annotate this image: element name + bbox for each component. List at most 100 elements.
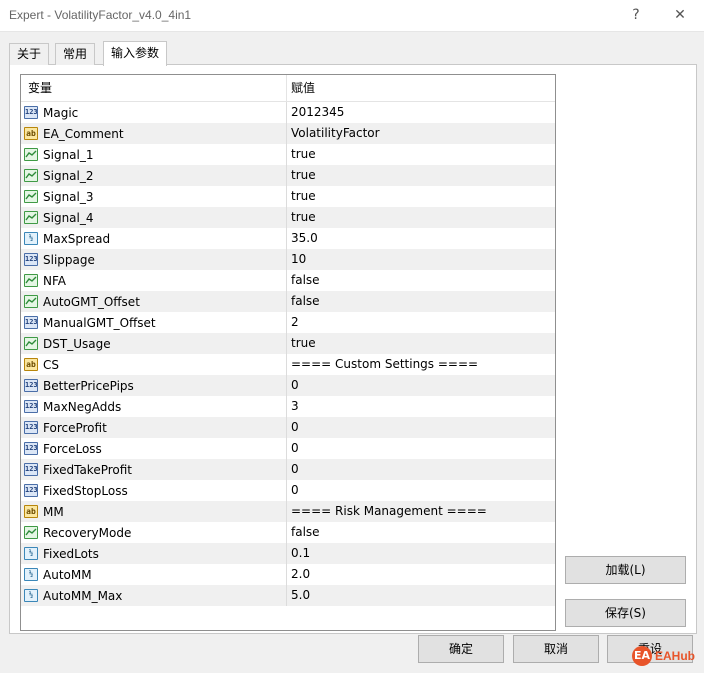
table-row[interactable]: Signal_4 true <box>21 207 555 228</box>
table-row[interactable]: 123 Slippage 10 <box>21 249 555 270</box>
param-name-cell[interactable]: ½ AutoMM <box>21 564 287 585</box>
param-name-cell[interactable]: ½ MaxSpread <box>21 228 287 249</box>
table-row[interactable]: Signal_1 true <box>21 144 555 165</box>
param-name-cell[interactable]: 123 Slippage <box>21 249 287 270</box>
bool-icon <box>24 337 38 350</box>
param-value[interactable]: true <box>287 186 555 207</box>
param-name-cell[interactable]: RecoveryMode <box>21 522 287 543</box>
save-button[interactable]: 保存(S) <box>565 599 686 627</box>
watermark: EA EAHub <box>632 646 695 666</box>
param-value[interactable]: 2 <box>287 312 555 333</box>
param-name: Slippage <box>43 252 95 267</box>
table-row[interactable]: ab CS ==== Custom Settings ==== <box>21 354 555 375</box>
param-name: ManualGMT_Offset <box>43 315 156 330</box>
bool-icon <box>24 169 38 182</box>
int-icon: 123 <box>24 421 38 434</box>
param-value[interactable]: 0 <box>287 417 555 438</box>
table-row[interactable]: 123 MaxNegAdds 3 <box>21 396 555 417</box>
param-value[interactable]: ==== Custom Settings ==== <box>287 354 555 375</box>
param-name-cell[interactable]: ab EA_Comment <box>21 123 287 144</box>
eahub-logo-icon: EA <box>632 646 652 666</box>
param-name: FixedTakeProfit <box>43 462 132 477</box>
table-row[interactable]: Signal_3 true <box>21 186 555 207</box>
param-value[interactable]: true <box>287 165 555 186</box>
table-row[interactable]: 123 FixedStopLoss 0 <box>21 480 555 501</box>
bool-icon <box>24 211 38 224</box>
param-value[interactable]: true <box>287 207 555 228</box>
table-row[interactable]: 123 Magic 2012345 <box>21 102 555 123</box>
param-value[interactable]: true <box>287 333 555 354</box>
param-name-cell[interactable]: 123 MaxNegAdds <box>21 396 287 417</box>
param-name-cell[interactable]: 123 ForceLoss <box>21 438 287 459</box>
load-button[interactable]: 加载(L) <box>565 556 686 584</box>
param-name-cell[interactable]: DST_Usage <box>21 333 287 354</box>
table-row[interactable]: Signal_2 true <box>21 165 555 186</box>
param-value[interactable]: false <box>287 522 555 543</box>
param-value[interactable]: 5.0 <box>287 585 555 606</box>
tab-common[interactable]: 常用 <box>55 43 96 65</box>
int-icon: 123 <box>24 484 38 497</box>
table-row[interactable]: NFA false <box>21 270 555 291</box>
param-value[interactable]: true <box>287 144 555 165</box>
param-value[interactable]: VolatilityFactor <box>287 123 555 144</box>
param-value[interactable]: false <box>287 291 555 312</box>
param-value[interactable]: 0 <box>287 375 555 396</box>
param-name: BetterPricePips <box>43 378 134 393</box>
table-row[interactable]: ab MM ==== Risk Management ==== <box>21 501 555 522</box>
tab-about[interactable]: 关于 <box>9 43 50 65</box>
param-value[interactable]: 0 <box>287 480 555 501</box>
column-header-variable[interactable]: 变量 <box>21 75 287 101</box>
param-name-cell[interactable]: 123 BetterPricePips <box>21 375 287 396</box>
param-name-cell[interactable]: 123 Magic <box>21 102 287 123</box>
param-value[interactable]: 2012345 <box>287 102 555 123</box>
table-row[interactable]: 123 ManualGMT_Offset 2 <box>21 312 555 333</box>
param-name-cell[interactable]: ab MM <box>21 501 287 522</box>
param-name-cell[interactable]: Signal_1 <box>21 144 287 165</box>
ok-button[interactable]: 确定 <box>418 635 504 663</box>
param-name-cell[interactable]: Signal_2 <box>21 165 287 186</box>
tab-inputs[interactable]: 输入参数 <box>103 41 168 66</box>
double-icon: ½ <box>24 568 38 581</box>
param-name: MaxNegAdds <box>43 399 122 414</box>
param-name-cell[interactable]: AutoGMT_Offset <box>21 291 287 312</box>
bool-icon <box>24 148 38 161</box>
table-row[interactable]: ½ AutoMM 2.0 <box>21 564 555 585</box>
table-row[interactable]: AutoGMT_Offset false <box>21 291 555 312</box>
bool-icon <box>24 274 38 287</box>
param-value[interactable]: 10 <box>287 249 555 270</box>
param-name-cell[interactable]: ½ AutoMM_Max <box>21 585 287 606</box>
table-row[interactable]: ½ MaxSpread 35.0 <box>21 228 555 249</box>
table-row[interactable]: 123 BetterPricePips 0 <box>21 375 555 396</box>
help-button[interactable]: ? <box>625 4 647 26</box>
param-name-cell[interactable]: Signal_3 <box>21 186 287 207</box>
param-value[interactable]: 35.0 <box>287 228 555 249</box>
table-row[interactable]: ½ AutoMM_Max 5.0 <box>21 585 555 606</box>
param-name-cell[interactable]: Signal_4 <box>21 207 287 228</box>
column-header-value[interactable]: 赋值 <box>287 75 555 101</box>
param-name-cell[interactable]: 123 ForceProfit <box>21 417 287 438</box>
param-name-cell[interactable]: 123 ManualGMT_Offset <box>21 312 287 333</box>
table-row[interactable]: ab EA_Comment VolatilityFactor <box>21 123 555 144</box>
param-value[interactable]: false <box>287 270 555 291</box>
string-icon: ab <box>24 127 38 140</box>
table-row[interactable]: ½ FixedLots 0.1 <box>21 543 555 564</box>
param-name-cell[interactable]: ½ FixedLots <box>21 543 287 564</box>
table-row[interactable]: 123 FixedTakeProfit 0 <box>21 459 555 480</box>
table-row[interactable]: RecoveryMode false <box>21 522 555 543</box>
table-row[interactable]: 123 ForceLoss 0 <box>21 438 555 459</box>
param-value[interactable]: 3 <box>287 396 555 417</box>
param-value[interactable]: 0 <box>287 459 555 480</box>
param-name-cell[interactable]: 123 FixedTakeProfit <box>21 459 287 480</box>
param-value[interactable]: ==== Risk Management ==== <box>287 501 555 522</box>
cancel-button[interactable]: 取消 <box>513 635 599 663</box>
param-value[interactable]: 0.1 <box>287 543 555 564</box>
param-value[interactable]: 0 <box>287 438 555 459</box>
close-button[interactable]: ✕ <box>669 4 691 26</box>
param-name-cell[interactable]: ab CS <box>21 354 287 375</box>
param-value[interactable]: 2.0 <box>287 564 555 585</box>
table-row[interactable]: 123 ForceProfit 0 <box>21 417 555 438</box>
param-name: CS <box>43 357 59 372</box>
param-name-cell[interactable]: 123 FixedStopLoss <box>21 480 287 501</box>
param-name-cell[interactable]: NFA <box>21 270 287 291</box>
table-row[interactable]: DST_Usage true <box>21 333 555 354</box>
